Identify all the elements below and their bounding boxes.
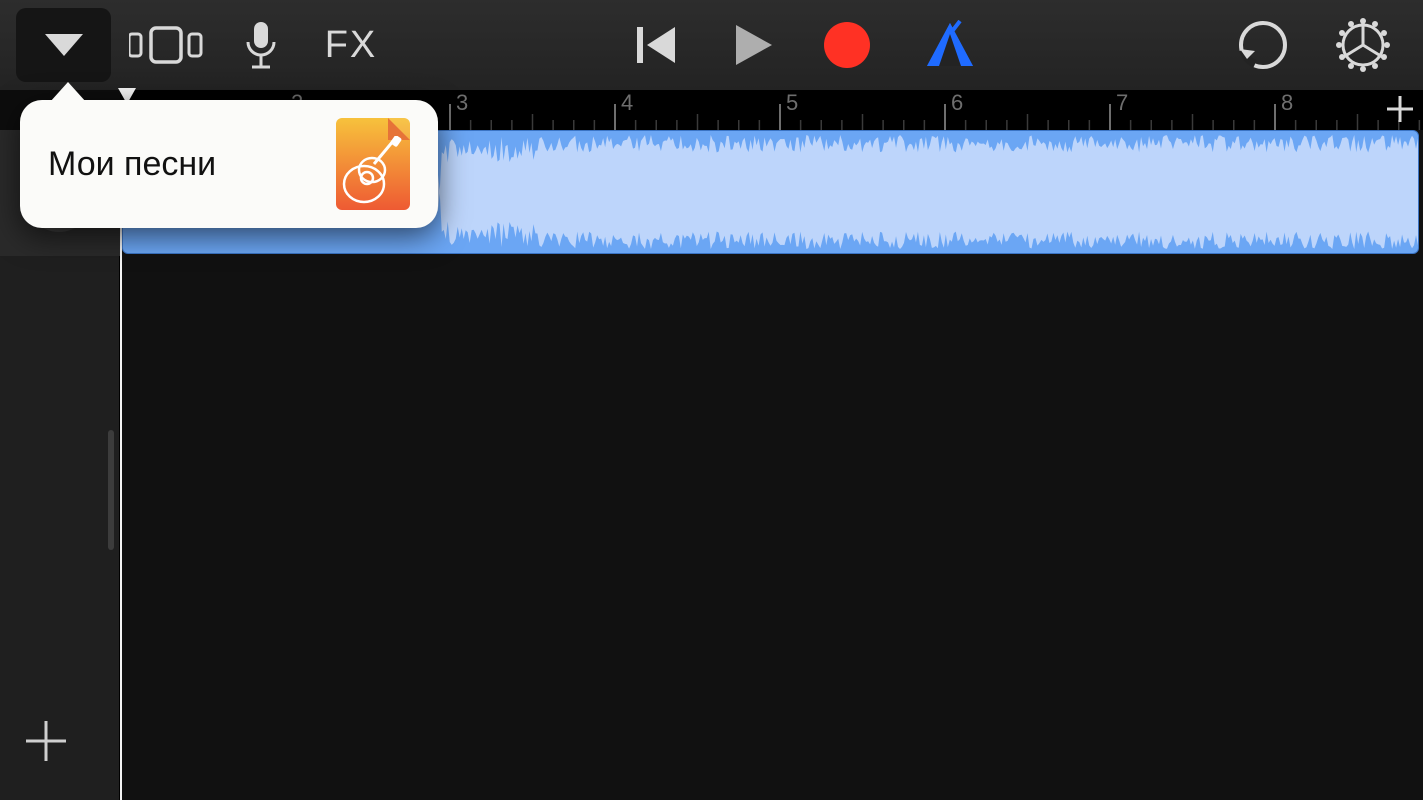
play-icon [730, 21, 774, 69]
chevron-down-icon [43, 32, 85, 58]
svg-text:7: 7 [1116, 90, 1128, 115]
toolbar: FX [0, 0, 1423, 90]
record-button[interactable] [800, 0, 895, 90]
plus-icon [1385, 94, 1415, 124]
svg-text:4: 4 [621, 90, 633, 115]
svg-text:3: 3 [456, 90, 468, 115]
add-track-button[interactable] [24, 718, 68, 772]
add-section-button[interactable] [1385, 94, 1415, 133]
my-songs-popover[interactable]: Мои песни [20, 100, 438, 228]
tracks-view-icon [129, 24, 203, 66]
play-button[interactable] [705, 0, 800, 90]
tracks-view-button[interactable] [111, 0, 221, 90]
metronome-icon [923, 20, 977, 70]
songs-menu-button[interactable] [16, 8, 111, 82]
go-to-start-icon [635, 23, 679, 67]
tracks-area[interactable] [120, 130, 1423, 800]
loop-browser-button[interactable] [1213, 0, 1313, 90]
settings-button[interactable] [1313, 0, 1413, 90]
sidebar-resize-handle[interactable] [108, 430, 114, 550]
microphone-icon [244, 20, 278, 70]
record-icon [822, 20, 872, 70]
loop-icon [1237, 19, 1289, 71]
playhead-line[interactable] [120, 130, 122, 800]
gear-icon [1336, 18, 1390, 72]
fx-label: FX [325, 24, 378, 67]
go-to-start-button[interactable] [610, 0, 705, 90]
metronome-button[interactable] [895, 0, 1005, 90]
plus-icon [24, 719, 68, 763]
microphone-button[interactable] [221, 0, 301, 90]
workarea [0, 130, 1423, 800]
my-songs-label: Мои песни [48, 145, 336, 184]
svg-text:8: 8 [1281, 90, 1293, 115]
svg-text:5: 5 [786, 90, 798, 115]
svg-text:6: 6 [951, 90, 963, 115]
garageband-document-icon [336, 118, 410, 210]
fx-button[interactable]: FX [301, 0, 401, 90]
